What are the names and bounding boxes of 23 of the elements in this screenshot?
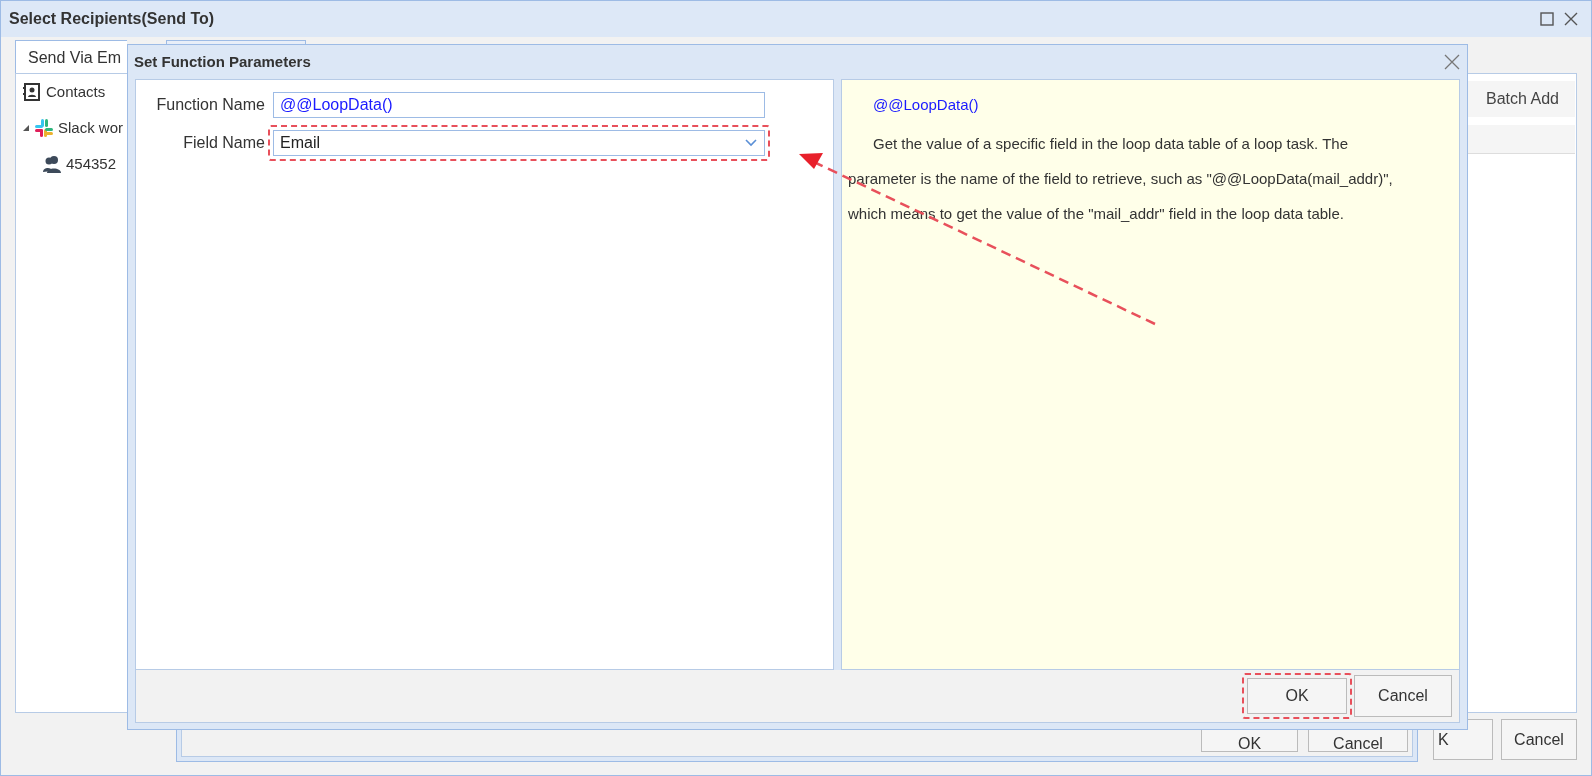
chevron-down-icon (744, 138, 758, 148)
help-title: @@LoopData() (872, 95, 980, 115)
expand-arrow-icon[interactable] (22, 124, 30, 132)
batch-add-button[interactable]: Batch Add (1478, 84, 1567, 114)
close-icon[interactable] (1443, 53, 1461, 71)
field-label: Function Name (155, 95, 265, 115)
tree-item[interactable]: Contacts (46, 80, 106, 104)
close-icon[interactable] (1563, 11, 1579, 27)
input-field[interactable]: @@LoopData() (273, 92, 765, 118)
users-icon (42, 154, 62, 174)
tree-item[interactable]: Slack wor (58, 116, 124, 140)
cancel-button[interactable]: Cancel (1354, 675, 1452, 717)
field-name-dropdown[interactable]: Email (273, 130, 765, 156)
maximize-icon[interactable] (1539, 11, 1555, 27)
dialog-button[interactable]: Cancel (1501, 719, 1577, 760)
dialog-title: Set Function Parameters (134, 51, 311, 72)
window-title: Select Recipients(Send To) (9, 9, 215, 29)
ok-button[interactable]: OK (1247, 678, 1347, 714)
tab[interactable]: Send Via Em (15, 40, 127, 74)
tree-item[interactable]: 454352 (66, 152, 117, 176)
address-book-icon (22, 82, 42, 102)
slack-logo-icon (34, 118, 54, 138)
field-label: Field Name (182, 133, 265, 153)
